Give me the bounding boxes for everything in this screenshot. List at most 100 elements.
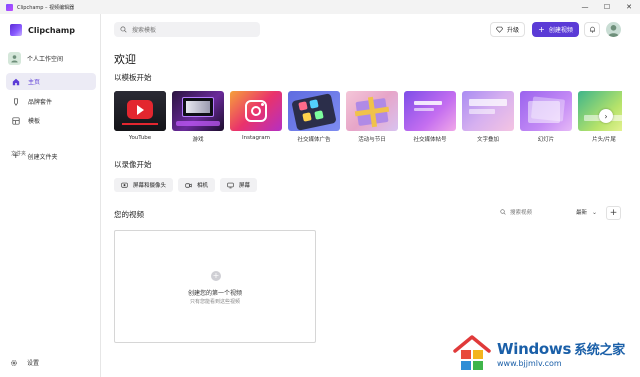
plus-icon: + [538,24,545,34]
chevron-down-icon: ⌄ [592,208,598,216]
sidebar-item-label: 主页 [28,79,41,86]
video-search-input[interactable]: 搜索视频 [500,208,532,216]
clipchamp-logo-icon [10,24,22,36]
template-card-social-posts[interactable]: 社交媒体帖号 [404,91,456,143]
sidebar-item-label: 模板 [28,118,41,125]
windows-house-logo-icon [453,335,491,370]
app-icon [6,3,13,11]
template-carousel: YouTube 游戏 Instagram 社交媒体广告 活动与节日 社交媒体帖号… [114,91,622,145]
brand-kit-icon [14,97,18,106]
plus-icon: + [12,151,20,161]
carousel-next-button[interactable]: › [599,109,613,123]
upgrade-button[interactable]: 升级 [490,22,525,37]
template-thumbnail [288,91,340,131]
record-screen-button[interactable]: 屏幕 [220,178,258,192]
template-card-youtube[interactable]: YouTube [114,91,166,141]
template-label: 活动与节日 [358,137,386,143]
site-watermark: Windows 系统之家 www.bjjmlv.com [452,329,640,377]
template-card-events[interactable]: 活动与节日 [346,91,398,143]
diamond-icon [495,26,503,33]
gear-icon [11,359,17,366]
workspace-avatar-icon [8,52,21,65]
template-label: YouTube [128,135,152,141]
brand-name: Clipchamp [28,25,75,35]
sidebar: Clipchamp 个人工作空间 主页 品牌套件 模板 文件夹 + 创建文件夹 … [0,14,101,377]
search-icon [120,26,127,33]
template-thumbnail [346,91,398,131]
minimize-button[interactable]: — [574,0,596,14]
chevron-right-icon: › [604,111,608,121]
home-icon [12,78,20,85]
record-screen-camera-button[interactable]: 屏幕和摄像头 [114,178,174,192]
template-label: 文字叠加 [476,137,499,143]
watermark-brand: Windows [497,339,572,358]
create-folder-button[interactable]: + 创建文件夹 [6,148,96,165]
notification-button[interactable] [584,22,600,37]
sidebar-item-home[interactable]: 主页 [6,73,96,90]
template-thumbnail [520,91,572,131]
bell-icon [589,26,595,33]
create-folder-label: 创建文件夹 [27,154,58,161]
plus-icon: + [609,208,618,218]
sidebar-item-templates[interactable]: 模板 [6,112,96,129]
title-bar: Clipchamp – 视频编辑器 — ☐ ✕ [0,0,640,14]
screen-camera-icon [121,182,128,188]
template-thumbnail [172,91,224,131]
template-label: 社交媒体广告 [297,137,331,143]
template-label: 片头/片尾 [592,137,616,143]
sort-dropdown[interactable]: 最新 ⌄ [576,208,598,217]
record-heading: 以录像开始 [114,160,152,169]
workspace-label: 个人工作空间 [27,56,64,63]
template-label: 游戏 [192,137,204,143]
record-camera-button[interactable]: 相机 [178,178,216,192]
avatar-icon [608,25,619,37]
search-icon [500,209,506,215]
create-video-button[interactable]: + 创建视频 [532,22,579,37]
template-card-text-overlay[interactable]: 文字叠加 [462,91,514,143]
sidebar-item-label: 品牌套件 [28,99,53,106]
sort-label: 最新 [576,210,588,216]
template-label: 幻灯片 [537,137,555,143]
watermark-url: www.bjjmlv.com [497,358,562,368]
template-card-gaming[interactable]: 游戏 [172,91,224,143]
video-search-placeholder: 搜索视频 [510,210,533,216]
template-thumbnail [462,91,514,131]
brand[interactable]: Clipchamp [10,24,75,36]
record-label: 屏幕和摄像头 [133,183,167,189]
settings-label: 设置 [27,360,40,367]
window-title: Clipchamp – 视频编辑器 [17,4,75,11]
template-thumbnail [404,91,456,131]
sidebar-item-brand-kit[interactable]: 品牌套件 [6,93,96,110]
search-placeholder: 搜索模板 [132,27,157,34]
watermark-brand-cn: 系统之家 [574,342,625,358]
template-thumbnail [114,91,166,131]
templates-heading: 以模板开始 [114,73,152,82]
template-card-instagram[interactable]: Instagram [230,91,282,141]
template-search-input[interactable]: 搜索模板 [114,22,260,37]
page-title: 欢迎 [114,53,136,66]
create-video-label: 创建视频 [548,27,573,34]
maximize-button[interactable]: ☐ [596,0,618,14]
template-label: 社交媒体帖号 [413,137,447,143]
camera-icon [185,182,192,188]
template-icon [12,116,20,125]
plus-circle-icon: + [211,271,221,281]
videos-heading: 您的视频 [114,210,144,219]
screen-icon [227,182,234,188]
template-card-social-ads[interactable]: 社交媒体广告 [288,91,340,143]
template-card-slideshow[interactable]: 幻灯片 [520,91,572,143]
upgrade-label: 升级 [506,27,519,34]
settings-button[interactable]: 设置 [10,358,39,367]
record-label: 屏幕 [239,183,251,189]
record-label: 相机 [197,183,209,189]
user-avatar[interactable] [606,22,621,37]
template-label: Instagram [242,135,270,141]
window-controls: — ☐ ✕ [574,0,640,14]
create-first-video-card[interactable]: + 创建您的第一个视频 只有您能看到这些视频 [114,230,316,343]
template-thumbnail [230,91,282,131]
workspace-switcher[interactable]: 个人工作空间 [8,52,63,65]
add-video-button[interactable]: + [606,206,621,220]
empty-state-title: 创建您的第一个视频 [187,290,242,297]
empty-state-subtitle: 只有您能看到这些视频 [189,299,240,305]
close-button[interactable]: ✕ [618,0,640,14]
